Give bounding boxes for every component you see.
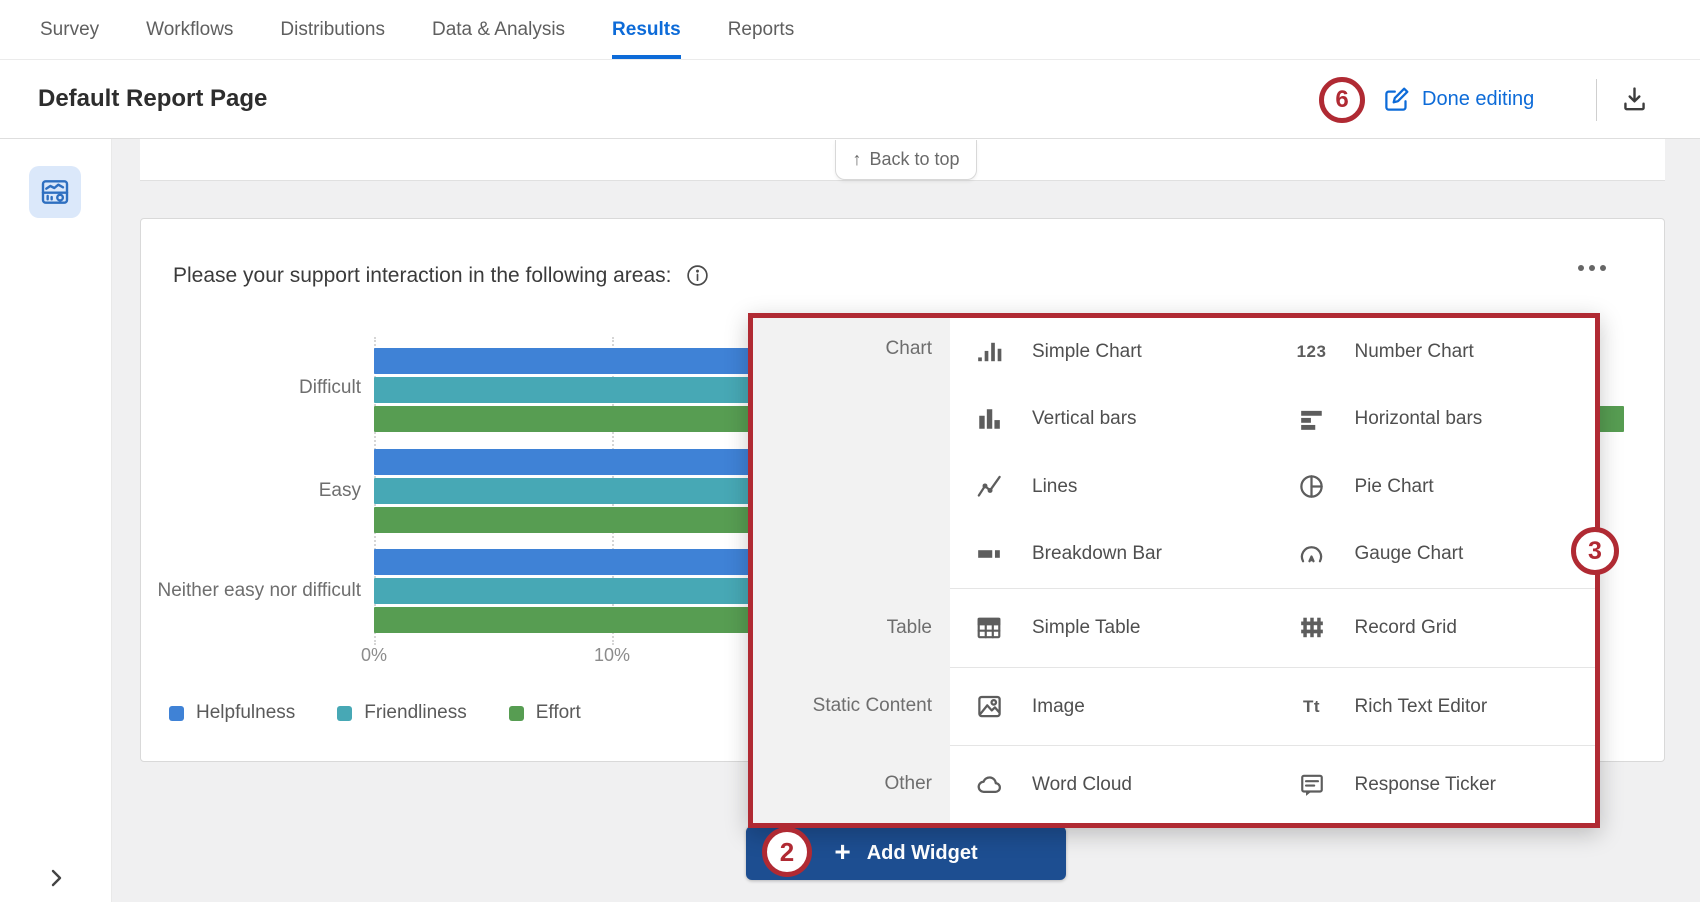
pie-chart-icon [1295, 473, 1329, 500]
menu-section-chart: Chart Simple Chart 123 Number Chart Vertical… [753, 318, 1595, 588]
horizontal-bars-icon [1295, 406, 1329, 432]
lines-icon [972, 473, 1006, 500]
nav-tab-reports[interactable]: Reports [728, 0, 795, 59]
legend-item-effort: Effort [509, 702, 581, 724]
info-circle-icon[interactable] [685, 263, 710, 288]
menu-section-label-static-content: Static Content [753, 667, 950, 745]
chart-legend: Helpfulness Friendliness Effort [169, 702, 581, 724]
chevron-right-icon [44, 866, 68, 890]
record-grid-icon [1295, 615, 1329, 641]
menu-item-horizontal-bars[interactable]: Horizontal bars [1273, 386, 1596, 454]
legend-swatch-helpfulness [169, 706, 184, 721]
annotation-badge-2: 2 [762, 827, 812, 877]
category-label-difficult: Difficult [141, 377, 361, 399]
menu-item-gauge-chart[interactable]: Gauge Chart [1273, 521, 1596, 589]
menu-item-label: Rich Text Editor [1355, 696, 1488, 718]
menu-item-response-ticker[interactable]: Response Ticker [1273, 746, 1596, 823]
download-icon [1620, 85, 1649, 114]
menu-item-image[interactable]: Image [950, 668, 1273, 745]
menu-item-label: Pie Chart [1355, 476, 1434, 498]
menu-section-other: Other Word Cloud Response Ticker [753, 745, 1595, 823]
annotation-badge-3: 3 [1571, 527, 1619, 575]
number-chart-icon: 123 [1295, 342, 1329, 362]
rich-text-icon: Tt [1295, 697, 1329, 717]
nav-tab-results[interactable]: Results [612, 0, 681, 59]
menu-item-record-grid[interactable]: Record Grid [1273, 589, 1596, 667]
response-ticker-icon [1295, 772, 1329, 798]
title-bar: Default Report Page Done editing [0, 60, 1700, 139]
menu-item-word-cloud[interactable]: Word Cloud [950, 746, 1273, 823]
category-label-neither-easy-nor-difficult: Neither easy nor difficult [141, 580, 361, 602]
breakdown-bar-icon [972, 541, 1006, 567]
image-icon [972, 693, 1006, 720]
legend-item-friendliness: Friendliness [337, 702, 466, 724]
category-label-easy: Easy [141, 480, 361, 502]
menu-section-static-content: Static Content Image Tt Rich Text Editor [753, 667, 1595, 745]
back-to-top-label: Back to top [869, 149, 959, 170]
menu-item-simple-chart[interactable]: Simple Chart [950, 318, 1273, 386]
word-cloud-icon [972, 771, 1006, 798]
menu-item-label: Number Chart [1355, 341, 1474, 363]
menu-item-label: Image [1032, 696, 1085, 718]
menu-section-label-other: Other [753, 745, 950, 823]
menu-section-label-chart: Chart [753, 318, 950, 588]
nav-tab-survey[interactable]: Survey [40, 0, 99, 59]
plus-icon: + [834, 838, 850, 866]
done-editing-label: Done editing [1422, 88, 1534, 111]
pencil-square-icon [1383, 86, 1410, 113]
x-tick-0: 0% [334, 645, 414, 666]
gauge-chart-icon [1295, 541, 1329, 568]
nav-tab-distributions[interactable]: Distributions [280, 0, 385, 59]
menu-section-table: Table Simple Table Record Grid [753, 588, 1595, 667]
legend-swatch-friendliness [337, 706, 352, 721]
header-divider [1596, 79, 1597, 121]
menu-item-label: Gauge Chart [1355, 543, 1464, 565]
left-sidebar [0, 139, 112, 902]
report-pages-button[interactable] [29, 166, 81, 218]
download-button[interactable] [1620, 60, 1649, 138]
top-nav: Survey Workflows Distributions Data & Analy… [0, 0, 1700, 60]
legend-swatch-effort [509, 706, 524, 721]
annotation-badge-6: 6 [1319, 77, 1365, 123]
nav-tab-data-analysis[interactable]: Data & Analysis [432, 0, 565, 59]
up-arrow-icon: ↑ [852, 149, 861, 170]
sidebar-expand-button[interactable] [44, 866, 68, 890]
done-editing-button[interactable]: Done editing [1383, 60, 1534, 138]
widget-options-button[interactable] [1572, 259, 1612, 277]
menu-item-label: Breakdown Bar [1032, 543, 1162, 565]
menu-item-breakdown-bar[interactable]: Breakdown Bar [950, 521, 1273, 589]
legend-item-helpfulness: Helpfulness [169, 702, 295, 724]
widget-title: Please your support interaction in the f… [173, 264, 671, 288]
menu-item-simple-table[interactable]: Simple Table [950, 589, 1273, 667]
simple-chart-icon [972, 339, 1006, 365]
menu-item-label: Record Grid [1355, 617, 1457, 639]
ellipsis-icon [1578, 265, 1584, 271]
vertical-bars-icon [972, 406, 1006, 432]
page-title: Default Report Page [38, 60, 267, 138]
menu-item-vertical-bars[interactable]: Vertical bars [950, 386, 1273, 454]
add-widget-label: Add Widget [867, 842, 978, 865]
nav-tab-workflows[interactable]: Workflows [146, 0, 233, 59]
menu-item-number-chart[interactable]: 123 Number Chart [1273, 318, 1596, 386]
menu-item-label: Simple Chart [1032, 341, 1142, 363]
menu-section-label-table: Table [753, 588, 950, 667]
menu-item-label: Simple Table [1032, 617, 1140, 639]
menu-item-lines[interactable]: Lines [950, 453, 1273, 521]
menu-item-label: Horizontal bars [1355, 408, 1483, 430]
menu-item-label: Response Ticker [1355, 774, 1497, 796]
add-widget-menu: Chart Simple Chart 123 Number Chart Vertical… [748, 313, 1600, 828]
menu-item-label: Vertical bars [1032, 408, 1137, 430]
back-to-top-button[interactable]: ↑ Back to top [835, 140, 977, 180]
dashboard-chart-icon [39, 176, 71, 208]
results-editor-page: Survey Workflows Distributions Data & Analy… [0, 0, 1700, 902]
x-tick-10: 10% [572, 645, 652, 666]
menu-item-label: Lines [1032, 476, 1077, 498]
menu-item-pie-chart[interactable]: Pie Chart [1273, 453, 1596, 521]
menu-item-label: Word Cloud [1032, 774, 1132, 796]
simple-table-icon [972, 615, 1006, 641]
menu-item-rich-text-editor[interactable]: Tt Rich Text Editor [1273, 668, 1596, 745]
